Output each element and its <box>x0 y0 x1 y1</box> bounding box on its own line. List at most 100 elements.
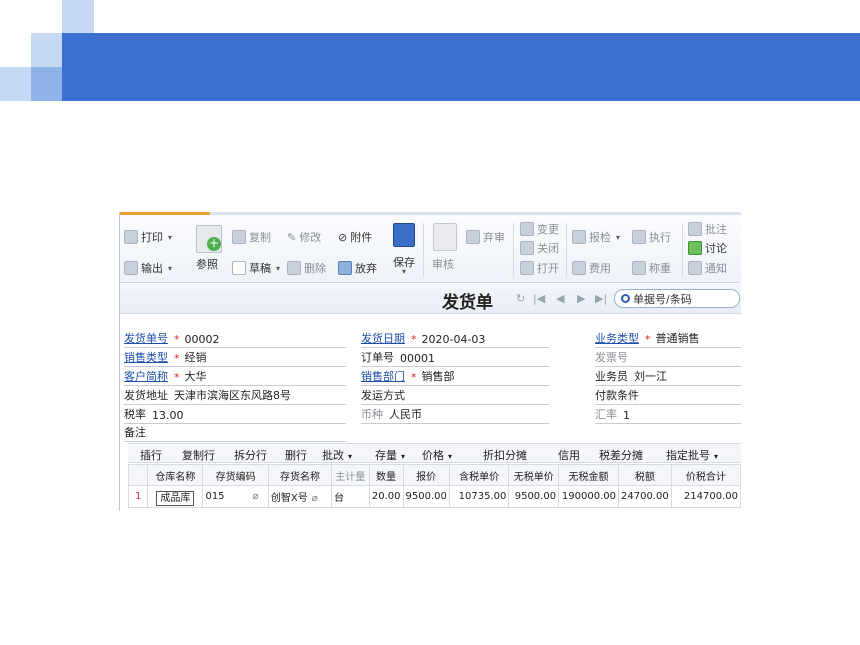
paperclip-icon[interactable]: ⌀ <box>312 493 318 504</box>
customer-field[interactable]: 客户简称 * 大华 <box>124 369 207 384</box>
field-underline <box>124 385 346 386</box>
field-underline <box>595 347 741 348</box>
tax-incl-price-cell[interactable]: 10735.00 <box>448 485 510 508</box>
stock-button[interactable]: 存量 ▾ <box>375 447 405 463</box>
column-header[interactable]: 数量 <box>368 464 404 486</box>
last-record-icon[interactable]: ▶| <box>595 292 607 305</box>
divider <box>682 223 683 277</box>
unit-cell[interactable]: 台 <box>331 485 370 508</box>
column-header[interactable]: 税额 <box>618 464 672 486</box>
column-header[interactable]: 无税单价 <box>508 464 560 486</box>
abandon-review-button[interactable]: 弃审 <box>466 229 505 245</box>
add-icon: + <box>207 236 221 251</box>
export-button[interactable]: 输出 ▾ <box>124 260 172 276</box>
modify-button[interactable]: ✎ 修改 <box>287 229 321 245</box>
chevron-down-icon: ▾ <box>401 452 406 461</box>
quantity-cell[interactable]: 20.00 <box>368 485 404 508</box>
divider <box>566 223 567 277</box>
column-header[interactable]: 存货编码 <box>202 464 269 486</box>
sales-type-field[interactable]: 销售类型 * 经销 <box>124 350 207 365</box>
header-band <box>62 33 860 101</box>
review-icon <box>433 223 457 251</box>
open-icon <box>520 261 534 275</box>
tax-amount-cell[interactable]: 24700.00 <box>618 485 672 508</box>
change-button[interactable]: 变更 <box>520 221 559 237</box>
inspect-icon <box>572 230 586 244</box>
refresh-icon[interactable]: ↻ <box>516 292 525 305</box>
remark-field[interactable]: 备注 <box>124 425 152 440</box>
doc-no-field[interactable]: 发货单号 * 00002 <box>124 331 220 346</box>
paperclip-icon[interactable]: ⌀ <box>253 491 259 502</box>
change-icon <box>520 222 534 236</box>
delete-button[interactable]: 删除 <box>287 260 326 276</box>
batch-modify-button[interactable]: 批改 ▾ <box>322 447 352 463</box>
credit-button[interactable]: 信用 <box>558 447 580 463</box>
next-record-icon[interactable]: ▶ <box>577 292 585 305</box>
chevron-down-icon: ▾ <box>348 452 353 461</box>
item-code-cell[interactable]: 015 ⌀ <box>202 485 269 508</box>
payment-field[interactable]: 付款条件 <box>595 388 645 403</box>
column-header[interactable]: 存货名称 <box>267 464 333 486</box>
insert-row-button[interactable]: 插行 <box>140 447 162 463</box>
title-bar: 发货单 ↻ |◀ ◀ ▶ ▶| 单据号/条码 <box>120 284 741 314</box>
address-field[interactable]: 发货地址 天津市滨海区东风路8号 <box>124 388 291 403</box>
discount-button[interactable]: 折扣分摊 <box>483 447 527 463</box>
first-record-icon[interactable]: |◀ <box>533 292 545 305</box>
item-name-cell[interactable]: 创智X号 ⌀ <box>267 485 333 508</box>
column-header[interactable]: 仓库名称 <box>147 464 204 486</box>
salesman-field[interactable]: 业务员 刘一江 <box>595 369 667 384</box>
column-header[interactable]: 含税单价 <box>448 464 510 486</box>
invoice-no-field[interactable]: 发票号 <box>595 350 634 365</box>
attachment-button[interactable]: ⊘ 附件 <box>338 229 372 245</box>
prev-record-icon[interactable]: ◀ <box>556 292 564 305</box>
tax-excl-price-cell[interactable]: 9500.00 <box>508 485 560 508</box>
table-row[interactable]: 1 成品库 015 ⌀ 创智X号 ⌀ 台 20.00 9500.00 10735.0… <box>127 485 741 508</box>
execute-button[interactable]: 执行 <box>632 229 671 245</box>
copy-row-button[interactable]: 复制行 <box>182 447 215 463</box>
annotate-button[interactable]: 批注 <box>688 221 727 237</box>
biz-type-field[interactable]: 业务类型 * 普通销售 <box>595 331 700 346</box>
column-header[interactable]: 无税金额 <box>558 464 619 486</box>
draft-button[interactable]: 草稿 ▾ <box>232 260 280 276</box>
notify-button[interactable]: 通知 <box>688 260 727 276</box>
search-input[interactable]: 单据号/条码 <box>614 289 740 308</box>
print-button[interactable]: 打印 ▾ <box>124 229 172 245</box>
close-button[interactable]: 关闭 <box>520 240 559 256</box>
discard-button[interactable]: 放弃 <box>338 260 377 276</box>
field-underline <box>124 404 346 405</box>
expense-button[interactable]: 费用 <box>572 260 611 276</box>
delete-row-button[interactable]: 删行 <box>285 447 307 463</box>
warehouse-cell[interactable]: 成品库 <box>147 485 204 508</box>
quote-price-cell[interactable]: 9500.00 <box>402 485 450 508</box>
exchange-rate-field[interactable]: 汇率 1 <box>595 407 630 422</box>
date-field[interactable]: 发货日期 * 2020-04-03 <box>361 331 485 346</box>
detail-table: 仓库名称 存货编码 存货名称 主计量 数量 报价 含税单价 无税单价 无税金额 … <box>127 464 741 508</box>
price-button[interactable]: 价格 ▾ <box>422 447 452 463</box>
shipping-field[interactable]: 发运方式 <box>361 388 411 403</box>
dept-field[interactable]: 销售部门 * 销售部 <box>361 369 455 384</box>
tax-diff-button[interactable]: 税差分摊 <box>599 447 643 463</box>
decor-square <box>62 0 94 33</box>
discuss-icon <box>688 241 702 255</box>
split-row-button[interactable]: 拆分行 <box>234 447 267 463</box>
weigh-button[interactable]: 称重 <box>632 260 671 276</box>
tax-excl-amount-cell[interactable]: 190000.00 <box>558 485 619 508</box>
column-header[interactable]: 报价 <box>402 464 450 486</box>
toolbar: 打印 ▾ 输出 ▾ + 参照 复制 草稿 ▾ ✎ 修改 删除 ⊘ 附件 放弃 保存 ▾ 审… <box>120 215 741 283</box>
column-header[interactable]: 价税合计 <box>670 464 741 486</box>
total-amount-cell[interactable]: 214700.00 <box>670 485 741 508</box>
discuss-button[interactable]: 讨论 <box>688 240 727 256</box>
order-no-field[interactable]: 订单号 00001 <box>361 350 435 365</box>
open-button[interactable]: 打开 <box>520 260 559 276</box>
field-underline <box>595 404 741 405</box>
currency-field[interactable]: 币种 人民币 <box>361 407 422 422</box>
divider <box>423 223 424 277</box>
batch-no-button[interactable]: 指定批号 ▾ <box>666 447 718 463</box>
tax-rate-field[interactable]: 税率 13.00 <box>124 407 184 422</box>
column-header <box>127 464 149 486</box>
inspect-button[interactable]: 报检 ▾ <box>572 229 620 245</box>
copy-button[interactable]: 复制 <box>232 229 271 245</box>
column-header[interactable]: 主计量 <box>331 464 370 486</box>
chevron-down-icon: ▾ <box>714 452 719 461</box>
field-underline <box>124 423 346 424</box>
